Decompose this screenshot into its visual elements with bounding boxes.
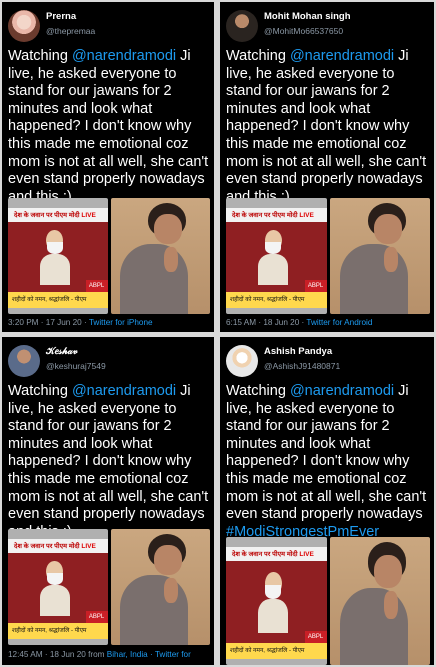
tv-caption-text: देश के जवान पर पीएम मोदी [232, 551, 298, 558]
source-link[interactable]: Twitter for iPhone [89, 318, 153, 327]
display-name[interactable]: 𝒦𝑒𝓈𝒽𝒶𝓋 [46, 346, 106, 357]
tv-caption: देश के जवान पर पीएम मोदी LIVE [232, 210, 314, 219]
woman-standing-image[interactable] [329, 198, 430, 314]
tweet-header: Prerna @thepremaa [8, 10, 210, 44]
ticker-text: शहीदों को नमन, श्रद्धांजलि - पीएम [230, 648, 305, 654]
tv-frame: देश के जवान पर पीएम मोदी LIVE ABPL शहीदो… [226, 547, 327, 659]
tv-screenshot-image[interactable]: देश के जवान पर पीएम मोदी LIVE ABPL शहीदो… [226, 537, 327, 665]
woman-standing-image[interactable] [329, 537, 430, 665]
tweet-card[interactable]: Ashish Pandya @AshishJ91480871 Watching … [220, 337, 434, 665]
user-handle[interactable]: @AshishJ91480871 [264, 361, 340, 371]
avatar[interactable] [226, 10, 258, 42]
tv-frame: देश के जवान पर पीएम मोदी LIVE ABPL शहीदो… [8, 208, 108, 308]
tweet-text-part: Watching [226, 383, 290, 399]
speaker-figure [258, 571, 289, 634]
tweet-text-part: Watching [226, 48, 290, 64]
tweet-card[interactable]: Mohit Mohan singh @MohitMo66537650 Watch… [220, 2, 434, 332]
location-link[interactable]: Bihar, India [107, 650, 148, 659]
user-handle[interactable]: @keshuraj7549 [46, 361, 106, 371]
tweet-header: Ashish Pandya @AshishJ91480871 [226, 345, 430, 379]
tweet-text: Watching @narendramodi Ji live, he asked… [226, 48, 430, 206]
channel-logo: ABPL [85, 611, 108, 623]
channel-logo: ABPL [304, 631, 327, 643]
tv-caption: देश के जवान पर पीएम मोदी LIVE [14, 210, 96, 219]
source-link[interactable]: Twitter for Android [306, 318, 372, 327]
tweet-text-part: Watching [8, 383, 72, 399]
display-name[interactable]: Mohit Mohan singh [264, 11, 351, 22]
channel-logo: ABPL [304, 280, 327, 292]
tweet-collage: Prerna @thepremaa Watching @narendramodi… [0, 0, 436, 667]
tv-screenshot-image[interactable]: देश के जवान पर पीएम मोदी LIVE ABPL शहीदो… [226, 198, 327, 314]
mention-link[interactable]: @narendramodi [290, 383, 394, 399]
speaker-figure [39, 230, 70, 285]
source-link[interactable]: · Twitter for [148, 650, 191, 659]
tweet-text-part: Ji live, he asked everyone to stand for … [226, 48, 427, 205]
tweet-text: Watching @narendramodi Ji live, he asked… [8, 383, 210, 541]
avatar[interactable] [8, 10, 40, 42]
ticker-text: शहीदों को नमन, श्रद्धांजलि - पीएम [12, 628, 87, 634]
avatar[interactable] [8, 345, 40, 377]
mention-link[interactable]: @narendramodi [290, 48, 394, 64]
woman-standing-image[interactable] [110, 529, 210, 645]
avatar[interactable] [226, 345, 258, 377]
tweet-header: 𝒦𝑒𝓈𝒽𝒶𝓋 @keshuraj7549 [8, 345, 210, 379]
mention-link[interactable]: @narendramodi [72, 383, 176, 399]
timestamp[interactable]: 6:15 AM · 18 Jun 20 · [226, 318, 306, 327]
mention-link[interactable]: @narendramodi [72, 48, 176, 64]
display-name[interactable]: Prerna [46, 11, 95, 22]
woman-standing-image[interactable] [110, 198, 210, 314]
tv-frame: देश के जवान पर पीएम मोदी LIVE ABPL शहीदो… [226, 208, 327, 308]
tweet-text-part: Watching [8, 48, 72, 64]
tweet-header: Mohit Mohan singh @MohitMo66537650 [226, 10, 430, 44]
tweet-meta: 6:15 AM · 18 Jun 20 · Twitter for Androi… [226, 318, 430, 327]
live-label: LIVE [299, 551, 314, 558]
tweet-text-part: Ji live, he asked everyone to stand for … [226, 383, 427, 523]
live-label: LIVE [81, 543, 96, 550]
tweet-media[interactable]: देश के जवान पर पीएम मोदी LIVE ABPL शहीदो… [8, 198, 210, 314]
tv-caption: देश के जवान पर पीएम मोदी LIVE [14, 541, 96, 550]
tv-screenshot-image[interactable]: देश के जवान पर पीएम मोदी LIVE ABPL शहीदो… [8, 529, 108, 645]
speaker-figure [39, 561, 70, 616]
tweet-card[interactable]: Prerna @thepremaa Watching @narendramodi… [2, 2, 214, 332]
ticker-text: शहीदों को नमन, श्रद्धांजलि - पीएम [12, 297, 87, 303]
tv-caption-text: देश के जवान पर पीएम मोदी [14, 212, 80, 219]
tweet-media[interactable]: देश के जवान पर पीएम मोदी LIVE ABPL शहीदो… [226, 198, 430, 314]
timestamp[interactable]: 12:45 AM · 18 Jun 20 from [8, 650, 107, 659]
tweet-text-part: Ji live, he asked everyone to stand for … [8, 48, 209, 205]
display-name[interactable]: Ashish Pandya [264, 346, 340, 357]
live-label: LIVE [299, 212, 314, 219]
tv-screenshot-image[interactable]: देश के जवान पर पीएम मोदी LIVE ABPL शहीदो… [8, 198, 108, 314]
timestamp[interactable]: 3:20 PM · 17 Jun 20 · [8, 318, 89, 327]
tweet-card[interactable]: 𝒦𝑒𝓈𝒽𝒶𝓋 @keshuraj7549 Watching @narendram… [2, 337, 214, 665]
ticker-text: शहीदों को नमन, श्रद्धांजलि - पीएम [230, 297, 305, 303]
live-label: LIVE [81, 212, 96, 219]
tweet-media[interactable]: देश के जवान पर पीएम मोदी LIVE ABPL शहीदो… [226, 537, 430, 665]
tweet-text: Watching @narendramodi Ji live, he asked… [226, 383, 430, 541]
tweet-media[interactable]: देश के जवान पर पीएम मोदी LIVE ABPL शहीदो… [8, 529, 210, 645]
tv-caption-text: देश के जवान पर पीएम मोदी [14, 543, 80, 550]
tweet-text-part: Ji live, he asked everyone to stand for … [8, 383, 209, 540]
user-handle[interactable]: @MohitMo66537650 [264, 26, 351, 36]
speaker-figure [258, 230, 289, 285]
tv-caption-text: देश के जवान पर पीएम मोदी [232, 212, 298, 219]
tweet-meta: 3:20 PM · 17 Jun 20 · Twitter for iPhone [8, 318, 210, 327]
tv-caption: देश के जवान पर पीएम मोदी LIVE [232, 549, 314, 558]
user-handle[interactable]: @thepremaa [46, 26, 95, 36]
tweet-meta: 12:45 AM · 18 Jun 20 from Bihar, India ·… [8, 650, 210, 659]
channel-logo: ABPL [85, 280, 108, 292]
tv-frame: देश के जवान पर पीएम मोदी LIVE ABPL शहीदो… [8, 539, 108, 639]
tweet-text: Watching @narendramodi Ji live, he asked… [8, 48, 210, 206]
